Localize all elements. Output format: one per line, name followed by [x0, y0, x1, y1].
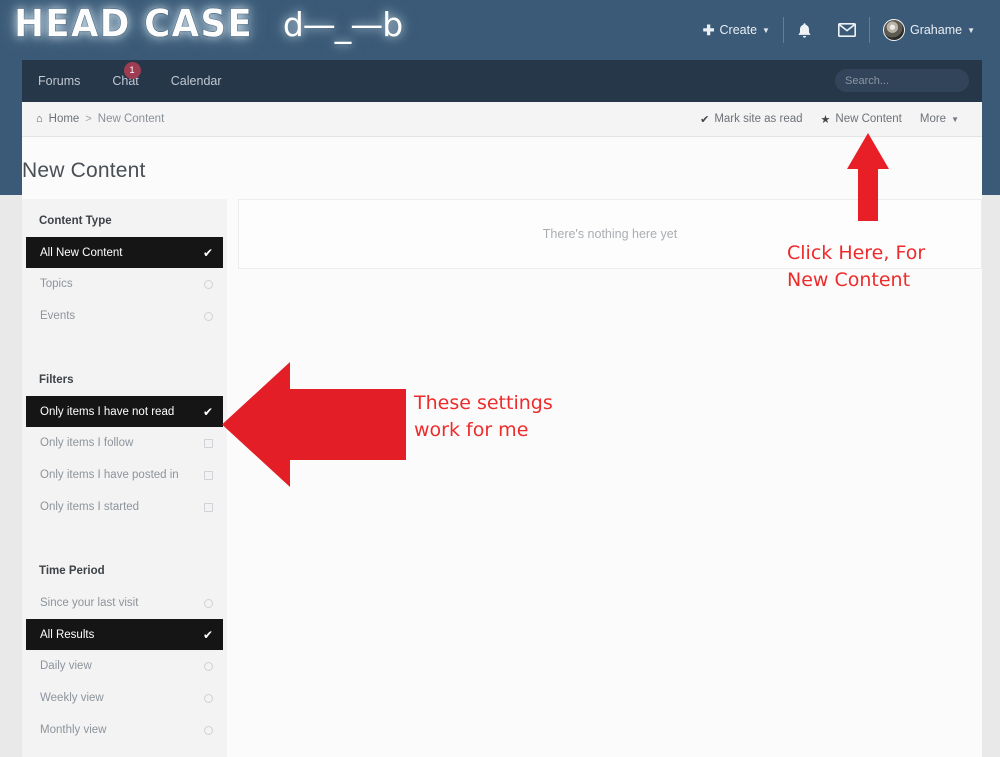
checkbox-icon[interactable] — [204, 471, 213, 480]
filter-group-spacer — [22, 332, 227, 358]
filter-group-time-period: Time Period Since your last visit All Re… — [22, 549, 227, 746]
header-actions: ✚ Create ▼ Grahame — [690, 0, 988, 60]
filter-option-label: All Results — [40, 629, 94, 641]
home-icon[interactable]: ⌂ — [36, 113, 43, 125]
filter-option-only-started[interactable]: Only items I started — [22, 491, 227, 523]
mark-site-as-read-button[interactable]: ✔ Mark site as read — [691, 113, 811, 126]
site-logo[interactable]: HEAD CASE d—_—b — [14, 4, 402, 45]
nav-item-list: Forums 1 Chat Calendar — [22, 60, 238, 102]
star-icon: ★ — [821, 113, 831, 126]
create-button[interactable]: ✚ Create ▼ — [690, 23, 783, 37]
filter-option-since-last-visit[interactable]: Since your last visit — [22, 587, 227, 619]
logo-text: HEAD CASE — [14, 3, 253, 46]
mark-site-as-read-label: Mark site as read — [714, 113, 802, 125]
filter-option-only-posted-in[interactable]: Only items I have posted in — [22, 459, 227, 491]
create-button-label: Create — [720, 23, 758, 37]
checkbox-icon[interactable] — [204, 439, 213, 448]
page-root: HEAD CASE d—_—b ✚ Create ▼ — [0, 0, 1000, 757]
site-header: HEAD CASE d—_—b ✚ Create ▼ — [0, 0, 1000, 60]
red-left-arrow-icon — [222, 362, 406, 487]
filter-option-all-new-content[interactable]: All New Content ✔ — [26, 237, 223, 268]
plus-icon: ✚ — [703, 23, 715, 37]
filter-option-topics[interactable]: Topics — [22, 268, 227, 300]
filter-option-label: Weekly view — [40, 692, 104, 704]
breadcrumb-bar: ⌂ Home > New Content ✔ Mark site as read… — [22, 102, 982, 137]
bell-icon — [797, 22, 812, 39]
filter-group-title: Time Period — [22, 549, 227, 587]
check-icon: ✔ — [203, 246, 213, 260]
logo-glyph-icon: d—_—b — [283, 5, 402, 44]
chat-badge: 1 — [124, 62, 141, 79]
filter-group-title: Content Type — [22, 199, 227, 237]
filter-option-events[interactable]: Events — [22, 300, 227, 332]
annotation-text-right: Click Here, For New Content — [787, 240, 925, 294]
filter-option-weekly-view[interactable]: Weekly view — [22, 682, 227, 714]
filter-option-only-unread[interactable]: Only items I have not read ✔ — [26, 396, 223, 427]
breadcrumb-current: New Content — [98, 113, 164, 125]
red-up-arrow-icon — [847, 133, 889, 221]
filter-option-label: All New Content — [40, 247, 122, 259]
notifications-button[interactable] — [784, 22, 825, 39]
filter-group-filters: Filters Only items I have not read ✔ Onl… — [22, 358, 227, 523]
nav-item-forums[interactable]: Forums — [22, 60, 96, 102]
filter-option-label: Events — [40, 310, 75, 322]
filter-option-label: Since your last visit — [40, 597, 138, 609]
filter-group-content-type: Content Type All New Content ✔ Topics Ev… — [22, 199, 227, 332]
nav-item-label: Calendar — [171, 74, 222, 88]
radio-icon[interactable] — [204, 312, 213, 321]
filter-option-monthly-view[interactable]: Monthly view — [22, 714, 227, 746]
filter-sidebar: Content Type All New Content ✔ Topics Ev… — [22, 199, 227, 757]
checkbox-icon[interactable] — [204, 503, 213, 512]
page-body: New Content Content Type All New Content… — [22, 137, 982, 757]
user-menu-label: Grahame — [910, 23, 962, 37]
chevron-down-icon: ▼ — [967, 26, 975, 35]
filter-option-all-results[interactable]: All Results ✔ — [26, 619, 223, 650]
nav-item-calendar[interactable]: Calendar — [155, 60, 238, 102]
more-menu-label: More — [920, 113, 946, 125]
filter-option-label: Only items I follow — [40, 437, 133, 449]
radio-icon[interactable] — [204, 726, 213, 735]
envelope-icon — [838, 23, 856, 37]
nav-item-chat[interactable]: 1 Chat — [96, 60, 154, 102]
filter-option-label: Daily view — [40, 660, 92, 672]
radio-icon[interactable] — [204, 599, 213, 608]
check-icon: ✔ — [203, 405, 213, 419]
check-icon: ✔ — [700, 113, 709, 126]
breadcrumb-home-link[interactable]: Home — [49, 113, 80, 125]
search-input[interactable] — [845, 75, 987, 87]
search-box[interactable] — [835, 69, 969, 92]
new-content-button[interactable]: ★ New Content — [812, 113, 911, 126]
breadcrumb-separator: > — [85, 113, 91, 125]
radio-icon[interactable] — [204, 662, 213, 671]
page-title: New Content — [22, 159, 146, 183]
chevron-down-icon: ▼ — [762, 26, 770, 35]
filter-option-label: Topics — [40, 278, 73, 290]
filter-option-label: Only items I have posted in — [40, 469, 179, 481]
filter-option-only-followed[interactable]: Only items I follow — [22, 427, 227, 459]
messages-button[interactable] — [825, 23, 869, 37]
radio-icon[interactable] — [204, 694, 213, 703]
empty-state-message: There's nothing here yet — [543, 227, 677, 241]
primary-nav: Forums 1 Chat Calendar — [22, 60, 982, 102]
nav-item-label: Forums — [38, 74, 80, 88]
filter-option-label: Monthly view — [40, 724, 106, 736]
radio-icon[interactable] — [204, 280, 213, 289]
filter-option-label: Only items I started — [40, 501, 139, 513]
chevron-down-icon: ▼ — [951, 115, 959, 124]
new-content-label: New Content — [835, 113, 901, 125]
breadcrumb-actions: ✔ Mark site as read ★ New Content More ▼ — [691, 113, 982, 126]
filter-option-label: Only items I have not read — [40, 406, 174, 418]
breadcrumb: ⌂ Home > New Content — [22, 113, 164, 125]
annotation-text-left: These settings work for me — [414, 390, 553, 444]
check-icon: ✔ — [203, 628, 213, 642]
avatar — [883, 19, 905, 41]
filter-option-daily-view[interactable]: Daily view — [22, 650, 227, 682]
filter-group-spacer — [22, 523, 227, 549]
user-menu[interactable]: Grahame ▼ — [870, 19, 988, 41]
filter-group-title: Filters — [22, 358, 227, 396]
more-menu-button[interactable]: More ▼ — [911, 113, 968, 125]
